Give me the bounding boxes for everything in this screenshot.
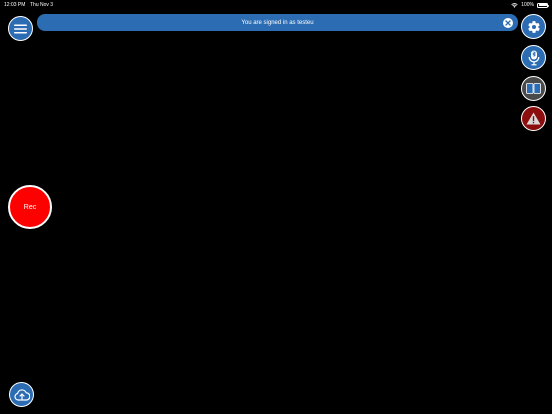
app-screen: 12:03 PM Thu Nov 3 100% You are signed i…	[0, 0, 552, 414]
battery-icon	[537, 2, 549, 8]
upload-button[interactable]	[9, 382, 34, 407]
record-button[interactable]: Rec	[8, 185, 52, 229]
status-bar: 12:03 PM Thu Nov 3 100%	[0, 0, 552, 10]
sign-in-banner: You are signed in as testeu	[37, 14, 518, 31]
status-date: Thu Nov 3	[30, 2, 54, 8]
status-indicators: 100%	[511, 2, 549, 8]
dual-screen-icon	[526, 83, 541, 94]
status-time: 12:03 PM	[4, 2, 26, 8]
wifi-icon	[511, 2, 518, 8]
settings-button[interactable]	[521, 14, 546, 39]
menu-button[interactable]	[8, 16, 33, 41]
bluetooth-microphone-icon	[528, 50, 540, 66]
banner-close-button[interactable]	[503, 17, 513, 28]
display-mode-button[interactable]	[521, 76, 546, 101]
battery-percent: 100%	[521, 2, 534, 8]
warning-triangle-icon	[526, 112, 541, 125]
close-icon	[505, 19, 511, 26]
cloud-upload-icon	[13, 388, 30, 401]
hamburger-menu-icon	[14, 24, 27, 34]
gear-icon	[527, 20, 541, 34]
record-button-label: Rec	[23, 203, 37, 211]
bluetooth-microphone-button[interactable]	[521, 45, 546, 70]
warning-button[interactable]	[521, 106, 546, 131]
banner-message: You are signed in as testeu	[241, 19, 314, 26]
